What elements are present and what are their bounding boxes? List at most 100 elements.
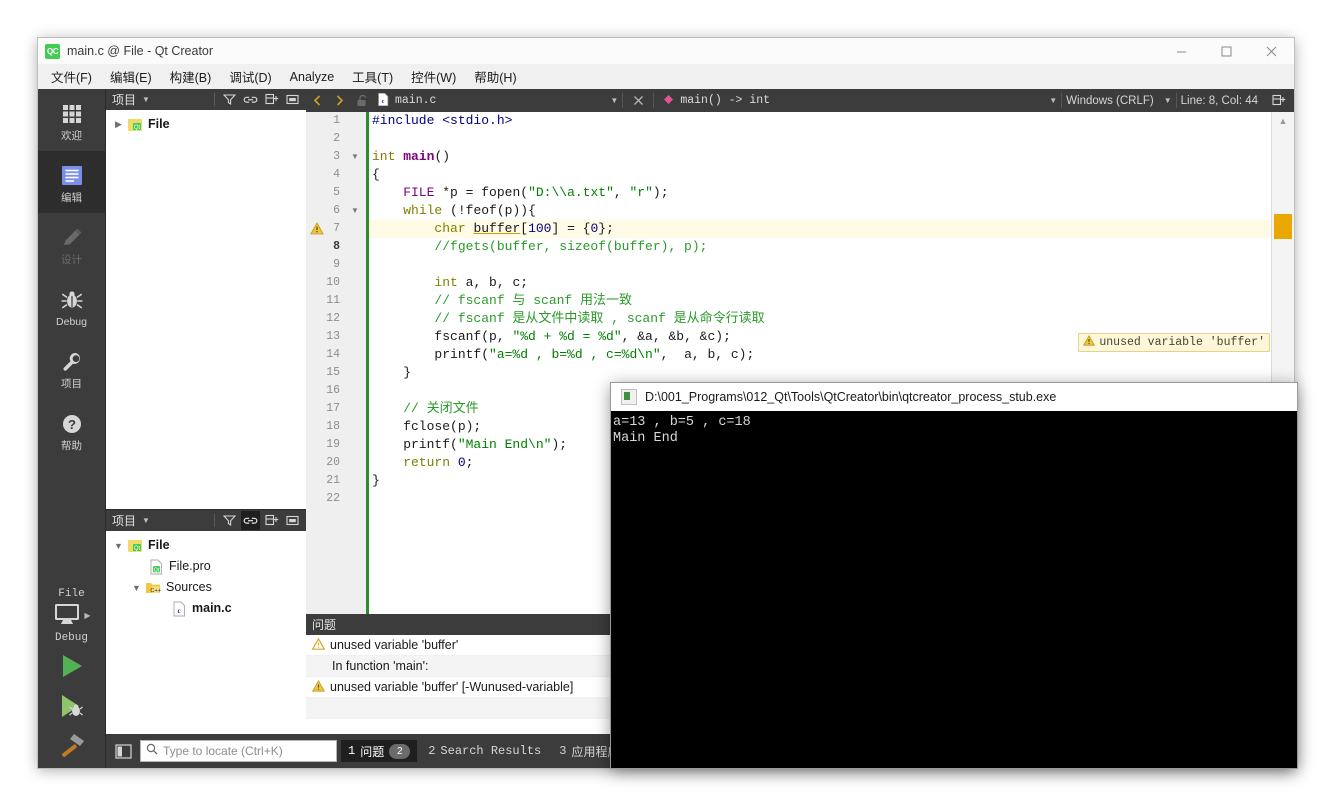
gutter-warning-triangle-icon[interactable] xyxy=(310,222,324,240)
code-line[interactable]: // fscanf 与 scanf 用法一致 xyxy=(369,292,1272,310)
debug-button[interactable] xyxy=(38,688,105,728)
divider xyxy=(214,93,215,106)
run-button[interactable] xyxy=(38,648,105,688)
code-line[interactable]: //fgets(buffer, sizeof(buffer), p); xyxy=(369,238,1272,256)
menu-tools[interactable]: 工具(T) xyxy=(343,64,402,89)
menu-analyze[interactable]: Analyze xyxy=(281,67,343,87)
line-ending-chevron-down-icon[interactable]: ▼ xyxy=(1164,96,1172,105)
statusbar-tab-issues[interactable]: 1 问题 2 xyxy=(341,740,418,762)
kit-selector[interactable]: File ▶ Debug xyxy=(38,584,105,648)
line-number: 10 xyxy=(326,276,340,289)
menu-build[interactable]: 构建(B) xyxy=(161,64,221,89)
document-lines-icon xyxy=(60,161,84,191)
chevron-right-icon[interactable] xyxy=(328,89,350,112)
line-number: 9 xyxy=(333,258,340,271)
issue-text: unused variable 'buffer' [-Wunused-varia… xyxy=(330,680,574,694)
minimize-button[interactable] xyxy=(1159,38,1204,64)
qt-pro-file-icon: Qt xyxy=(148,559,164,575)
line-number: 16 xyxy=(326,384,340,397)
projects-dropdown-icon[interactable]: ▼ xyxy=(142,95,150,104)
line-number: 18 xyxy=(326,420,340,433)
filter-icon[interactable] xyxy=(220,90,239,109)
svg-text:Qt: Qt xyxy=(154,567,160,573)
console-title-bar: D:\001_Programs\012_Qt\Tools\QtCreator\b… xyxy=(611,383,1297,411)
mode-design[interactable]: 设计 xyxy=(38,213,105,275)
split-editor-icon[interactable] xyxy=(1268,89,1290,112)
code-line[interactable]: int main() xyxy=(369,148,1272,166)
symbol-chevron-down-icon[interactable]: ▼ xyxy=(1049,96,1057,105)
code-line[interactable]: // fscanf 是从文件中读取 , scanf 是从命令行读取 xyxy=(369,310,1272,328)
unlock-icon[interactable] xyxy=(350,89,372,112)
code-line[interactable] xyxy=(369,256,1272,274)
menu-file[interactable]: 文件(F) xyxy=(42,64,101,89)
projects-dropdown-icon-2[interactable]: ▼ xyxy=(142,516,150,525)
fold-marker-icon[interactable]: ▼ xyxy=(351,202,359,220)
close-split-icon[interactable] xyxy=(283,511,302,530)
fold-marker-icon[interactable]: ▼ xyxy=(351,148,359,166)
mode-help[interactable]: ? 帮助 xyxy=(38,399,105,461)
tree-item-file-pro[interactable]: Qt File.pro xyxy=(106,556,306,577)
line-ending-label[interactable]: Windows (CRLF) xyxy=(1066,95,1154,107)
code-line[interactable]: while (!feof(p)){ xyxy=(369,202,1272,220)
close-split-icon[interactable] xyxy=(283,90,302,109)
menu-debug[interactable]: 调试(D) xyxy=(220,64,280,89)
mode-debug[interactable]: Debug xyxy=(38,275,105,337)
svg-text:Qt: Qt xyxy=(134,546,141,552)
toggle-sidebar-icon[interactable] xyxy=(110,738,136,764)
qt-project-icon: Qt xyxy=(127,117,143,133)
close-button[interactable] xyxy=(1249,38,1294,64)
code-line[interactable] xyxy=(369,130,1272,148)
open-file-combo[interactable]: c main.c xyxy=(372,89,440,112)
chevron-down-icon[interactable]: ▼ xyxy=(128,583,145,593)
link-icon[interactable] xyxy=(241,511,260,530)
code-line[interactable]: FILE *p = fopen("D:\\a.txt", "r"); xyxy=(369,184,1272,202)
chevron-right-icon[interactable]: ▶ xyxy=(110,119,127,130)
menu-help[interactable]: 帮助(H) xyxy=(465,64,525,89)
line-number: 19 xyxy=(326,438,340,451)
tree-item-main-c[interactable]: c main.c xyxy=(106,598,306,619)
chevron-down-icon[interactable]: ▼ xyxy=(110,541,127,551)
mode-help-label: 帮助 xyxy=(61,439,82,452)
line-number: 11 xyxy=(326,294,340,307)
menu-widgets[interactable]: 控件(W) xyxy=(402,64,465,89)
tree-item-sources[interactable]: ▼ C++ Sources xyxy=(106,577,306,598)
console-window[interactable]: D:\001_Programs\012_Qt\Tools\QtCreator\b… xyxy=(611,383,1297,768)
code-line[interactable]: #include <stdio.h> xyxy=(369,112,1272,130)
expand-all-icon[interactable] xyxy=(262,511,281,530)
chevron-down-icon[interactable]: ▼ xyxy=(610,96,618,105)
mode-welcome[interactable]: 欢迎 xyxy=(38,89,105,151)
locator-input[interactable]: Type to locate (Ctrl+K) xyxy=(140,740,337,762)
code-line[interactable]: char buffer[100] = {0}; xyxy=(369,220,1272,238)
mode-edit[interactable]: 编辑 xyxy=(38,151,105,213)
close-document-button[interactable] xyxy=(627,89,649,112)
play-bug-icon xyxy=(57,692,87,725)
code-line[interactable]: } xyxy=(369,364,1272,382)
link-icon[interactable] xyxy=(241,90,260,109)
statusbar-tab-search-results[interactable]: 2 Search Results xyxy=(421,740,548,762)
projects-panel-bottom: 项目 ▼ ▼ Qt File Qt File.pro ▼ C++ Sources… xyxy=(106,509,307,734)
scroll-up-icon[interactable]: ▲ xyxy=(1272,112,1294,129)
mode-projects[interactable]: 项目 xyxy=(38,337,105,399)
mode-debug-label: Debug xyxy=(56,315,87,328)
filter-icon[interactable] xyxy=(220,511,239,530)
code-line[interactable]: { xyxy=(369,166,1272,184)
menu-edit[interactable]: 编辑(E) xyxy=(101,64,161,89)
qt-project-icon: Qt xyxy=(127,538,143,554)
build-button[interactable] xyxy=(38,728,105,768)
console-output: a=13 , b=5 , c=18 Main End xyxy=(611,411,1297,768)
tree-item-file-root[interactable]: ▶ Qt File xyxy=(106,114,306,135)
line-number: 5 xyxy=(333,186,340,199)
maximize-button[interactable] xyxy=(1204,38,1249,64)
tab-number: 1 xyxy=(348,744,356,758)
tree-item-file-root[interactable]: ▼ Qt File xyxy=(106,535,306,556)
tree-item-label: File xyxy=(148,538,170,553)
divider xyxy=(1175,93,1177,108)
fold-marker-column[interactable]: ▼ ▼ xyxy=(347,112,366,614)
issues-title: 问题 xyxy=(312,618,337,632)
expand-all-icon[interactable] xyxy=(262,90,281,109)
line-number: 6 xyxy=(333,204,340,217)
code-line[interactable]: int a, b, c; xyxy=(369,274,1272,292)
symbol-combo[interactable]: main() -> int xyxy=(658,89,774,112)
symbol-name: main() -> int xyxy=(680,94,771,107)
chevron-left-icon[interactable] xyxy=(306,89,328,112)
